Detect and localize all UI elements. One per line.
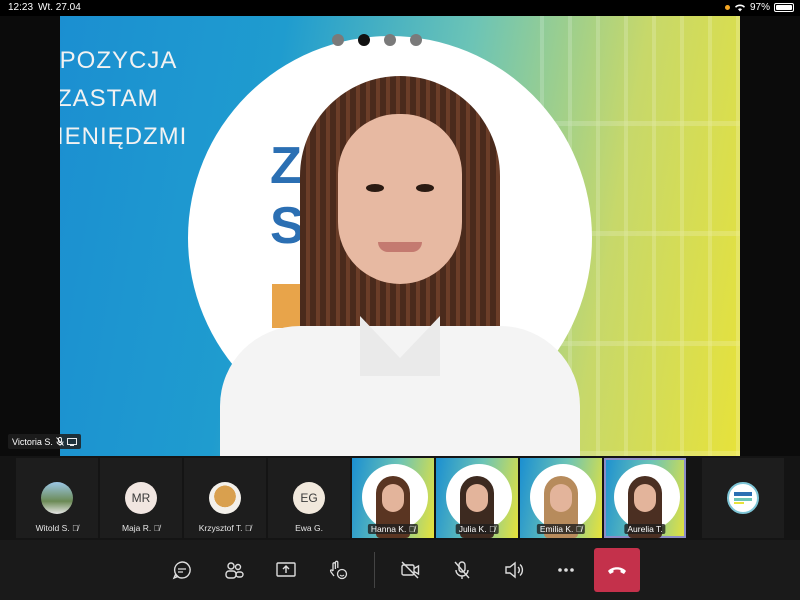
mic-toggle-button[interactable]	[450, 558, 474, 582]
call-controls	[0, 540, 800, 600]
participant-tile[interactable]	[702, 458, 784, 538]
slide-title-line: PIENIĘDZMI	[60, 123, 188, 150]
carousel-dots[interactable]	[332, 34, 422, 46]
avatar: EG	[293, 482, 325, 514]
hangup-button[interactable]	[594, 548, 640, 592]
participant-tile[interactable]: Krzysztof T. 🎙̸	[184, 458, 266, 538]
mic-off-icon	[451, 559, 473, 581]
participant-face	[466, 484, 488, 512]
chat-icon	[171, 559, 193, 581]
participants-icon	[223, 559, 245, 581]
participant-label: Ewa G.	[268, 523, 350, 533]
participant-face	[550, 484, 572, 512]
participant-video-tile[interactable]: Aurelia T.	[604, 458, 686, 538]
chat-button[interactable]	[170, 558, 194, 582]
participant-name: Maja R.	[121, 523, 152, 533]
speaker-mouth	[378, 242, 422, 252]
mic-muted-icon: 🎙̸	[72, 523, 79, 533]
share-screen-button[interactable]	[274, 558, 298, 582]
camera-off-icon	[399, 559, 421, 581]
battery-icon	[774, 3, 794, 12]
participants-button[interactable]	[222, 558, 246, 582]
more-options-button[interactable]	[554, 558, 578, 582]
participant-label: Maja R. 🎙̸	[100, 523, 182, 533]
shared-background: OPOZYCJA SZASTAM PIENIĘDZMI Z S	[60, 16, 740, 456]
speaker-name-tag: Victoria S.	[8, 434, 81, 449]
participants-strip[interactable]: Witold S. 🎙̸ MR Maja R. 🎙̸ Krzysztof T. …	[0, 456, 800, 540]
status-bar: 12:23 Wt. 27.04 97%	[0, 0, 800, 16]
share-icon	[275, 559, 297, 581]
orange-indicator-icon	[724, 5, 730, 10]
participant-video-tile[interactable]: Emilia K. 🎙̸	[520, 458, 602, 538]
avatar	[209, 482, 241, 514]
participant-name: Hanna K.	[370, 524, 407, 534]
battery-percent: 97%	[749, 2, 770, 13]
mic-muted-icon: 🎙̸	[408, 524, 416, 534]
participant-label: Krzysztof T. 🎙̸	[184, 523, 266, 533]
mic-muted-icon: 🎙̸	[575, 524, 583, 534]
raise-hand-icon	[327, 559, 349, 581]
speaker-button[interactable]	[502, 558, 526, 582]
avatar	[41, 482, 73, 514]
more-icon	[555, 559, 577, 581]
status-date: Wt. 27.04	[38, 2, 81, 13]
mic-muted-icon: 🎙̸	[153, 523, 161, 533]
speaker-face	[338, 114, 462, 284]
control-divider	[374, 552, 375, 588]
participant-name: Emilia K.	[539, 524, 574, 534]
speaker-eye	[416, 184, 434, 192]
screen-share-icon	[66, 437, 77, 446]
participant-tile[interactable]: EG Ewa G.	[268, 458, 350, 538]
participant-name: Ewa G.	[295, 523, 323, 533]
participant-name: Krzysztof T.	[198, 523, 243, 533]
participant-tile[interactable]: MR Maja R. 🎙̸	[100, 458, 182, 538]
hangup-icon	[607, 564, 627, 576]
mic-muted-icon	[56, 437, 64, 446]
participant-name: Witold S.	[35, 523, 70, 533]
camera-toggle-button[interactable]	[398, 558, 422, 582]
participant-label: Witold S. 🎙̸	[16, 523, 98, 533]
mic-muted-icon: 🎙̸	[488, 524, 496, 534]
participant-video-tile[interactable]: Hanna K. 🎙̸	[352, 458, 434, 538]
speaker-video	[190, 76, 610, 456]
participant-name: Julia K.	[458, 524, 487, 534]
status-indicators: 97%	[724, 2, 794, 13]
participant-tile[interactable]: Witold S. 🎙̸	[16, 458, 98, 538]
participant-label: Hanna K. 🎙̸	[367, 524, 419, 534]
reactions-button[interactable]	[326, 558, 350, 582]
participant-video-tile[interactable]: Julia K. 🎙̸	[436, 458, 518, 538]
speaker-shirt	[220, 326, 580, 456]
slide-title-line: OPOZYCJA	[60, 47, 178, 74]
participant-name: Aurelia T.	[627, 524, 663, 534]
avatar: MR	[125, 482, 157, 514]
carousel-dot-active[interactable]	[358, 34, 370, 46]
slide-title-line: SZASTAM	[60, 85, 159, 112]
carousel-dot[interactable]	[384, 34, 396, 46]
mic-muted-icon: 🎙̸	[244, 523, 252, 533]
main-video-stage[interactable]: OPOZYCJA SZASTAM PIENIĘDZMI Z S Victoria…	[0, 16, 800, 456]
wifi-icon	[734, 3, 746, 12]
status-time: 12:23	[8, 2, 34, 13]
speaker-eye	[366, 184, 384, 192]
avatar	[727, 482, 759, 514]
participant-face	[634, 484, 656, 512]
speaker-name: Victoria S.	[12, 436, 53, 447]
participant-label: Emilia K. 🎙̸	[536, 524, 586, 534]
speaker-icon	[503, 559, 525, 581]
carousel-dot[interactable]	[332, 34, 344, 46]
participant-label: Julia K. 🎙̸	[455, 524, 499, 534]
participant-label: Aurelia T.	[624, 524, 666, 534]
slide-title: OPOZYCJA SZASTAM PIENIĘDZMI	[60, 42, 187, 156]
carousel-dot[interactable]	[410, 34, 422, 46]
participant-face	[382, 484, 404, 512]
